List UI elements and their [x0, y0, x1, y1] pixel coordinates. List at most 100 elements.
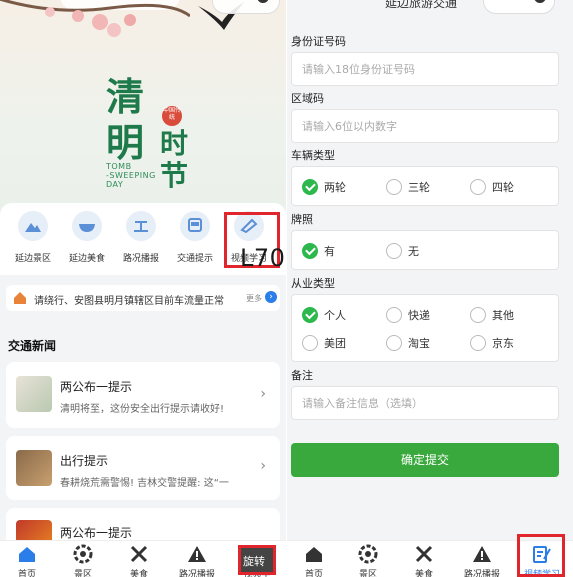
tab-label: 首页: [17, 570, 36, 577]
scenic-icon: [72, 543, 94, 565]
nav-label: 交通提示: [176, 254, 213, 264]
chevron-right-icon[interactable]: ›: [265, 291, 277, 303]
nav-road-report[interactable]: 路况播报: [114, 211, 168, 264]
radio-icon[interactable]: [302, 335, 318, 351]
highlight-box-video-learning-tab: [517, 534, 565, 577]
license-plate-label: 牌照: [291, 213, 313, 226]
nav-traffic-tips[interactable]: 交通提示: [168, 211, 222, 264]
news-summary: 清明将至，这份安全出行提示请收好!: [60, 404, 225, 415]
tab-road-report[interactable]: 路况播报: [172, 543, 222, 577]
vehicle-option-four-wheel[interactable]: 四轮: [470, 179, 514, 195]
title-char-4: 节: [160, 159, 189, 192]
news-section-title: 交通新闻: [8, 339, 57, 353]
nav-label: 路况播报: [122, 254, 159, 264]
nav-food[interactable]: 延边美食: [60, 211, 114, 264]
note-input[interactable]: [300, 387, 544, 419]
chinese-traditional-seal: 中国传统: [162, 106, 182, 126]
mini-program-capsule[interactable]: •••: [483, 0, 555, 14]
job-option-individual[interactable]: 个人: [302, 307, 346, 323]
vehicle-option-three-wheel[interactable]: 三轮: [386, 179, 430, 195]
traffic-notice[interactable]: 请绕行、安图县明月镇辖区目前车流量正常 更多 ›: [6, 285, 280, 311]
job-option-other[interactable]: 其他: [470, 307, 514, 323]
title-char-1: 清: [106, 74, 145, 119]
note-field[interactable]: [291, 386, 559, 420]
submit-button[interactable]: 确定提交: [291, 443, 559, 477]
news-title: 出行提示: [60, 454, 109, 468]
tab-home[interactable]: 首页: [2, 543, 52, 577]
close-circle-icon[interactable]: [534, 0, 546, 3]
nav-label: 延边美食: [68, 254, 105, 264]
news-card[interactable]: 两公布一提示 清明将至，这份安全出行提示请收好! ›: [6, 362, 280, 428]
option-label: 美团: [324, 337, 346, 350]
home-icon: [16, 543, 38, 565]
tab-label: 景区: [358, 570, 377, 577]
plate-option-yes[interactable]: 有: [302, 243, 335, 259]
tab-scenic[interactable]: 景区: [58, 543, 108, 577]
more-dots-icon[interactable]: •••: [496, 0, 514, 2]
mountain-icon: [18, 211, 48, 241]
radio-checked-icon[interactable]: [302, 243, 318, 259]
job-option-express[interactable]: 快递: [386, 307, 430, 323]
option-label: 快递: [408, 309, 430, 322]
news-card[interactable]: 出行提示 春耕烧荒需警惕! 吉林交警提醒: 这“一 ›: [6, 436, 280, 500]
blossom-branch-decoration: [0, 0, 190, 37]
tab-label: 美食: [414, 570, 433, 577]
nav-scenic[interactable]: 延边景区: [6, 211, 60, 264]
tab-label: 景区: [73, 570, 92, 577]
tab-road-report[interactable]: 路况播报: [457, 543, 507, 577]
radio-icon[interactable]: [470, 307, 486, 323]
radio-checked-icon[interactable]: [302, 307, 318, 323]
qingming-banner[interactable]: 清 明 时 节 中国传统 TOMB -SWEEPING DAY: [0, 0, 286, 212]
news-summary: 春耕烧荒需警惕! 吉林交警提醒: 这“一: [60, 478, 229, 489]
job-type-options: 个人 快递 其他 美团 淘宝 京东: [291, 294, 559, 362]
left-screen: 清 明 时 节 中国传统 TOMB -SWEEPING DAY 延边景区 延边美…: [0, 0, 286, 577]
radio-icon[interactable]: [470, 179, 486, 195]
id-number-input[interactable]: [300, 53, 544, 85]
radio-checked-icon[interactable]: [302, 179, 318, 195]
title-char-3: 时: [160, 127, 189, 160]
area-code-field[interactable]: [291, 109, 559, 143]
title-char-2: 明: [106, 120, 145, 165]
radio-icon[interactable]: [386, 243, 402, 259]
radio-icon[interactable]: [386, 179, 402, 195]
radio-icon[interactable]: [470, 335, 486, 351]
job-option-taobao[interactable]: 淘宝: [386, 335, 430, 351]
tab-food[interactable]: 美食: [114, 543, 164, 577]
area-code-label: 区域码: [291, 92, 324, 105]
option-label: 无: [408, 245, 419, 258]
option-label: 两轮: [324, 181, 346, 194]
option-label: 其他: [492, 309, 514, 322]
house-icon: [14, 292, 26, 304]
tab-home[interactable]: 首页: [289, 543, 339, 577]
close-circle-icon[interactable]: [257, 0, 269, 3]
tab-scenic[interactable]: 景区: [343, 543, 393, 577]
warning-icon: [471, 543, 493, 565]
tab-label: 美食: [129, 570, 148, 577]
area-code-input[interactable]: [300, 110, 544, 142]
chevron-right-icon: ›: [260, 458, 266, 474]
tab-food[interactable]: 美食: [399, 543, 449, 577]
road-icon: [126, 211, 156, 241]
id-number-field[interactable]: [291, 52, 559, 86]
notice-text: 请绕行、安图县明月镇辖区目前车流量正常: [34, 296, 224, 307]
mini-program-capsule[interactable]: [212, 0, 280, 14]
radio-icon[interactable]: [386, 307, 402, 323]
job-option-meituan[interactable]: 美团: [302, 335, 346, 351]
vehicle-type-options: 两轮 三轮 四轮: [291, 166, 559, 206]
vehicle-option-two-wheel[interactable]: 两轮: [302, 179, 346, 195]
news-title: 两公布一提示: [60, 526, 133, 540]
rotate-button[interactable]: 旋转: [238, 545, 276, 575]
job-option-jd[interactable]: 京东: [470, 335, 514, 351]
banner-english: TOMB -SWEEPING DAY: [106, 162, 156, 189]
note-label: 备注: [291, 369, 313, 382]
english-line-3: DAY: [106, 179, 124, 189]
news-thumbnail: [16, 450, 52, 486]
option-label: 个人: [324, 309, 346, 322]
scenic-icon: [357, 543, 379, 565]
radio-icon[interactable]: [386, 335, 402, 351]
home-icon: [303, 543, 325, 565]
option-label: 有: [324, 245, 335, 258]
plate-option-no[interactable]: 无: [386, 243, 419, 259]
bowl-icon: [72, 211, 102, 241]
more-link[interactable]: 更多: [246, 293, 262, 304]
